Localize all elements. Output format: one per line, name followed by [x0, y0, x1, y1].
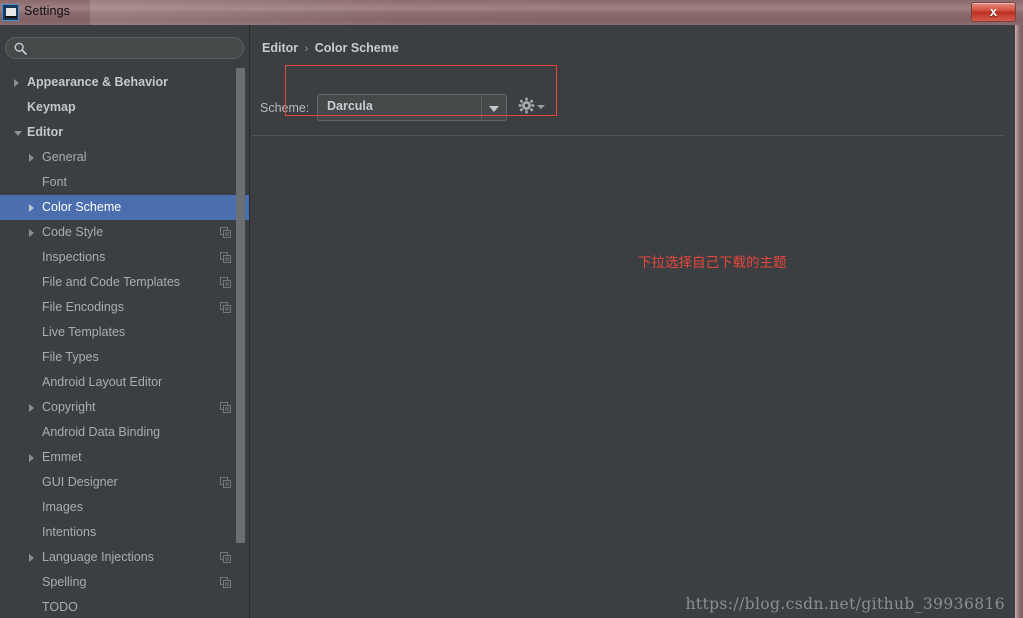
sidebar-item-spelling[interactable]: Spelling	[0, 570, 249, 595]
sidebar-item-label: Android Layout Editor	[42, 375, 163, 389]
sidebar-item-todo[interactable]: TODO	[0, 595, 249, 618]
sidebar-item-label: Intentions	[42, 525, 97, 539]
sidebar-item-label: Editor	[27, 125, 64, 139]
breadcrumb-root[interactable]: Editor	[262, 41, 298, 55]
search-icon	[14, 42, 27, 55]
sidebar-item-label: File Types	[42, 350, 99, 364]
sidebar-item-label: GUI Designer	[42, 475, 118, 489]
copy-icon	[220, 227, 231, 238]
sidebar-item-editor[interactable]: Editor	[0, 120, 249, 145]
copy-icon	[220, 552, 231, 563]
copy-icon	[220, 252, 231, 263]
sidebar-item-images[interactable]: Images	[0, 495, 249, 520]
sidebar-item-label: Language Injections	[42, 550, 154, 564]
gear-chevron-down-icon[interactable]	[537, 105, 545, 109]
app-icon-bar	[5, 16, 17, 18]
chevron-right-icon[interactable]	[29, 229, 34, 237]
copy-icon	[220, 402, 231, 413]
scheme-label: Scheme:	[260, 101, 310, 115]
app-icon-glyph	[6, 8, 16, 16]
window-frame-right-edge	[1015, 25, 1023, 618]
chevron-right-icon[interactable]	[29, 454, 34, 462]
settings-sidebar: Appearance & Behavior Keymap Editor General…	[0, 25, 250, 618]
sidebar-item-label: Copyright	[42, 400, 96, 414]
sidebar-item-label: General	[42, 150, 87, 164]
sidebar-item-label: Inspections	[42, 250, 106, 264]
sidebar-item-label: Code Style	[42, 225, 104, 239]
sidebar-item-label: Color Scheme	[42, 200, 122, 214]
scheme-settings-button[interactable]	[518, 97, 546, 117]
chevron-down-icon[interactable]	[489, 106, 499, 112]
chevron-right-icon[interactable]	[14, 79, 19, 87]
sidebar-item-emmet[interactable]: Emmet	[0, 445, 249, 470]
sidebar-item-label: File Encodings	[42, 300, 124, 314]
annotation-note: 下拉选择自己下载的主题	[638, 255, 787, 271]
sidebar-item-appearance-behavior[interactable]: Appearance & Behavior	[0, 70, 249, 95]
scheme-selected-value: Darcula	[327, 99, 373, 113]
intellij-idea-icon	[2, 4, 19, 21]
chevron-right-icon[interactable]	[29, 204, 34, 212]
sidebar-item-label: TODO	[42, 600, 78, 614]
titlebar-sheen	[90, 0, 610, 25]
gear-icon	[518, 97, 535, 114]
sidebar-item-inspections[interactable]: Inspections	[0, 245, 249, 270]
sidebar-item-label: Android Data Binding	[42, 425, 161, 439]
sidebar-item-file-and-code-templates[interactable]: File and Code Templates	[0, 270, 249, 295]
breadcrumb-leaf: Color Scheme	[314, 41, 399, 55]
sidebar-item-label: Appearance & Behavior	[27, 75, 169, 89]
copy-icon	[220, 477, 231, 488]
settings-content-pane: Editor › Color Scheme Scheme: Darcula 下拉…	[250, 25, 1015, 618]
sidebar-item-label: Emmet	[42, 450, 82, 464]
sidebar-item-label: Images	[42, 500, 83, 514]
sidebar-item-copyright[interactable]: Copyright	[0, 395, 249, 420]
chevron-right-icon[interactable]	[29, 404, 34, 412]
copy-icon	[220, 577, 231, 588]
sidebar-item-color-scheme[interactable]: Color Scheme	[0, 195, 249, 220]
settings-dialog-body: Appearance & Behavior Keymap Editor General…	[0, 25, 1015, 618]
copy-icon	[220, 277, 231, 288]
sidebar-item-intentions[interactable]: Intentions	[0, 520, 249, 545]
sidebar-scrollbar-thumb[interactable]	[236, 68, 245, 543]
sidebar-item-label: Font	[42, 175, 68, 189]
copy-icon	[220, 302, 231, 313]
chevron-right-icon[interactable]	[29, 554, 34, 562]
sidebar-item-label: Spelling	[42, 575, 87, 589]
chevron-down-icon[interactable]	[14, 131, 22, 136]
sidebar-item-live-templates[interactable]: Live Templates	[0, 320, 249, 345]
combobox-divider	[481, 96, 482, 119]
window-titlebar[interactable]: Settings x	[0, 0, 1023, 25]
chevron-right-icon[interactable]	[29, 154, 34, 162]
breadcrumb-separator-icon: ›	[304, 43, 309, 55]
settings-window: Settings x Appearance & Behavior Keymap Ed…	[0, 0, 1023, 618]
search-box[interactable]	[5, 37, 244, 59]
sidebar-item-label: File and Code Templates	[42, 275, 181, 289]
watermark-url: https://blog.csdn.net/github_39936816	[685, 595, 1005, 613]
sidebar-item-android-layout-editor[interactable]: Android Layout Editor	[0, 370, 249, 395]
sidebar-item-keymap[interactable]: Keymap	[0, 95, 249, 120]
content-divider	[252, 135, 1005, 136]
sidebar-item-label: Live Templates	[42, 325, 126, 339]
sidebar-item-language-injections[interactable]: Language Injections	[0, 545, 249, 570]
sidebar-item-android-data-binding[interactable]: Android Data Binding	[0, 420, 249, 445]
window-title: Settings	[24, 4, 70, 18]
breadcrumb: Editor › Color Scheme	[262, 41, 399, 55]
sidebar-item-general[interactable]: General	[0, 145, 249, 170]
scheme-combobox[interactable]: Darcula	[317, 94, 507, 121]
sidebar-item-file-types[interactable]: File Types	[0, 345, 249, 370]
sidebar-item-code-style[interactable]: Code Style	[0, 220, 249, 245]
sidebar-item-font[interactable]: Font	[0, 170, 249, 195]
sidebar-item-gui-designer[interactable]: GUI Designer	[0, 470, 249, 495]
close-icon: x	[989, 4, 998, 19]
close-button[interactable]: x	[971, 2, 1016, 22]
settings-tree: Appearance & Behavior Keymap Editor General…	[0, 70, 249, 618]
sidebar-item-file-encodings[interactable]: File Encodings	[0, 295, 249, 320]
search-input[interactable]	[32, 40, 236, 58]
sidebar-item-label: Keymap	[27, 100, 76, 114]
